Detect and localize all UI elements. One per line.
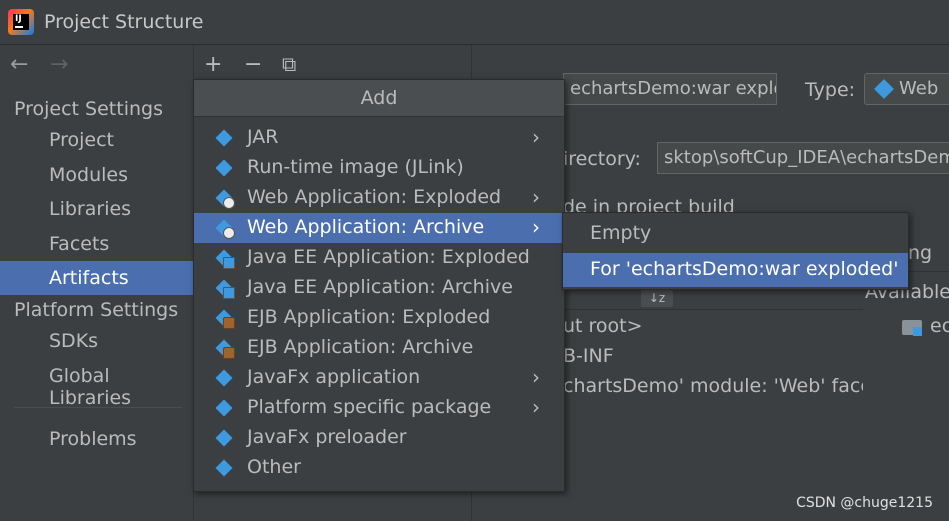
module-facet-node[interactable]: chartsDemo' module: 'Web' facet res (563, 375, 863, 397)
tree-divider (563, 309, 863, 310)
menu-item-web-app-exploded[interactable]: Web Application: Exploded › (194, 183, 564, 213)
menu-item-runtime-image[interactable]: Run-time image (JLink) (194, 153, 564, 183)
back-arrow-icon[interactable]: ← (10, 52, 28, 77)
other-icon (215, 459, 233, 477)
platform-settings-header: Platform Settings (14, 299, 179, 321)
archive-submenu: Empty For 'echartsDemo:war exploded' (562, 212, 909, 290)
submenu-item-empty[interactable]: Empty (563, 217, 908, 251)
sidebar-item-modules[interactable]: Modules (0, 158, 193, 192)
sidebar-item-project[interactable]: Project (0, 123, 193, 157)
sidebar-item-label: SDKs (49, 330, 99, 352)
menu-item-javafx-application[interactable]: JavaFx application › (194, 363, 564, 393)
type-value: Web (899, 78, 939, 99)
output-directory-label: irectory: (563, 148, 641, 170)
menu-item-label: JavaFx application (247, 366, 421, 388)
add-artifact-menu: Add JAR › Run-time image (JLink) Web App… (193, 79, 565, 492)
sidebar-item-facets[interactable]: Facets (0, 227, 193, 261)
javafx-app-icon (215, 369, 233, 387)
menu-item-label: JavaFx preloader (247, 426, 407, 448)
menu-item-label: Java EE Application: Archive (247, 276, 513, 298)
type-select[interactable]: Web (864, 73, 949, 105)
javaee-archive-icon (215, 279, 235, 299)
sidebar-item-sdks[interactable]: SDKs (0, 324, 193, 358)
menu-header: Add (194, 80, 564, 117)
menu-item-label: EJB Application: Archive (247, 336, 474, 358)
menu-item-label: Run-time image (JLink) (247, 156, 464, 178)
artifact-name-field[interactable]: echartsDemo:war explo (563, 73, 777, 105)
sidebar-item-label: Problems (49, 428, 137, 450)
tab-label-fragment: ng (908, 242, 933, 264)
chevron-right-icon: › (532, 395, 540, 419)
watermark: CSDN @chuge1215 (796, 495, 933, 511)
menu-item-javafx-preloader[interactable]: JavaFx preloader (194, 423, 564, 453)
menu-item-label: Java EE Application: Exploded (247, 246, 530, 268)
javaee-exploded-icon (215, 249, 235, 269)
type-label: Type: (805, 79, 856, 101)
copy-icon[interactable]: ⧉ (282, 52, 296, 76)
sidebar-item-problems[interactable]: Problems (0, 422, 193, 456)
sidebar-item-label: Project (49, 129, 115, 151)
sort-icon[interactable]: ↓z (641, 289, 673, 307)
submenu-item-for-exploded[interactable]: For 'echartsDemo:war exploded' (563, 253, 908, 287)
web-app-archive-icon (215, 219, 235, 239)
chevron-right-icon: › (532, 185, 540, 209)
web-icon (874, 79, 894, 99)
folder-icon (902, 318, 924, 336)
output-root-node[interactable]: ut root> (563, 315, 643, 337)
sidebar-item-artifacts[interactable]: Artifacts (0, 261, 193, 295)
menu-item-javaee-exploded[interactable]: Java EE Application: Exploded (194, 243, 564, 273)
sidebar-item-global-libraries[interactable]: Global Libraries (0, 359, 193, 409)
forward-arrow-icon[interactable]: → (50, 52, 68, 77)
menu-item-ejb-exploded[interactable]: EJB Application: Exploded (194, 303, 564, 333)
submenu-item-label: Empty (590, 222, 652, 244)
menu-item-label: Web Application: Exploded (247, 186, 502, 208)
web-inf-node[interactable]: B-INF (563, 345, 614, 367)
sidebar-item-label: Global Libraries (49, 365, 132, 409)
remove-icon[interactable]: − (244, 52, 262, 77)
menu-item-platform-package[interactable]: Platform specific package › (194, 393, 564, 423)
web-app-exploded-icon (215, 189, 235, 209)
menu-item-jar[interactable]: JAR › (194, 123, 564, 153)
menu-item-other[interactable]: Other (194, 453, 564, 483)
output-directory-field[interactable]: sktop\softCup_IDEA\echartsDemo (657, 142, 949, 174)
menu-item-label: EJB Application: Exploded (247, 306, 491, 328)
add-icon[interactable]: + (204, 52, 222, 77)
sidebar-item-label: Libraries (49, 198, 132, 220)
ejb-exploded-icon (215, 309, 235, 329)
javafx-preloader-icon (215, 429, 233, 447)
intellij-idea-icon: IJ (8, 9, 34, 35)
window-title: Project Structure (44, 11, 204, 33)
available-item[interactable]: ec (930, 315, 949, 337)
menu-item-javaee-archive[interactable]: Java EE Application: Archive (194, 273, 564, 303)
chevron-right-icon: › (532, 125, 540, 149)
menu-item-label: JAR (247, 126, 279, 148)
sidebar-item-libraries[interactable]: Libraries (0, 192, 193, 226)
sidebar-item-label: Artifacts (49, 267, 129, 289)
runtime-image-icon (215, 159, 233, 177)
submenu-item-label: For 'echartsDemo:war exploded' (590, 258, 899, 280)
sidebar-item-label: Facets (49, 233, 110, 255)
menu-item-label: Web Application: Archive (247, 216, 485, 238)
menu-item-ejb-archive[interactable]: EJB Application: Archive (194, 333, 564, 363)
menu-item-label: Platform specific package (247, 396, 492, 418)
chevron-right-icon: › (532, 215, 540, 239)
menu-item-label: Other (247, 456, 301, 478)
ejb-archive-icon (215, 339, 235, 359)
jar-icon (215, 129, 233, 147)
platform-package-icon (215, 399, 233, 417)
sidebar-divider (14, 407, 182, 408)
chevron-right-icon: › (532, 365, 540, 389)
menu-item-web-app-archive[interactable]: Web Application: Archive › (194, 213, 564, 243)
project-settings-header: Project Settings (14, 98, 163, 120)
sidebar-item-label: Modules (49, 164, 128, 186)
